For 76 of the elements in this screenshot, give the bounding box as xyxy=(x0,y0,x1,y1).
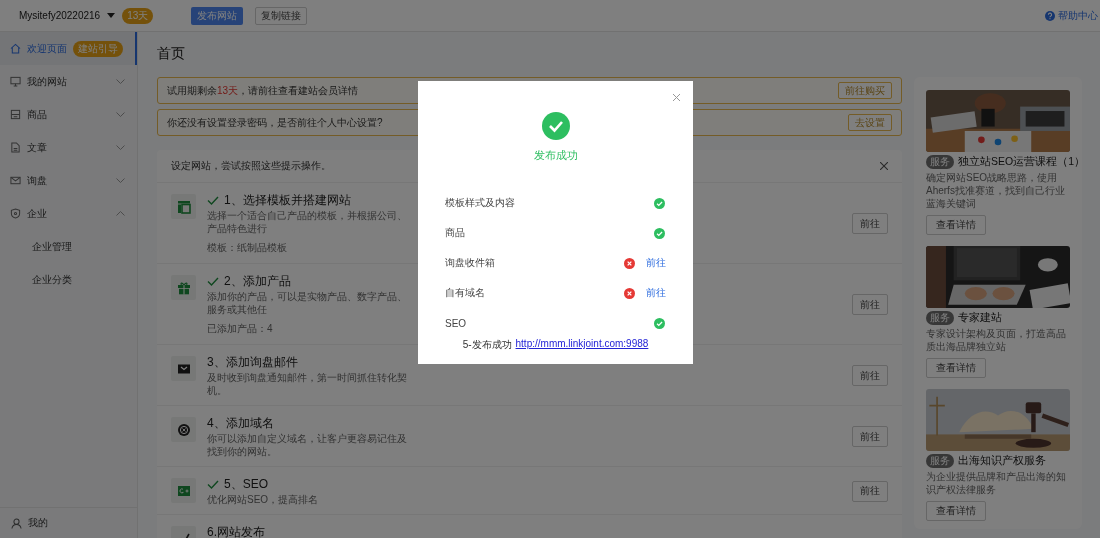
service-description: 专家设计架构及页面，打造高品质出海品牌独立站 xyxy=(926,327,1067,353)
gift-step-icon xyxy=(171,275,196,300)
check-item-label: SEO xyxy=(445,317,468,329)
site-url-link[interactable]: http://mmm.linkjoint.com:9988 xyxy=(515,338,649,352)
publish-button[interactable]: 发布网站 xyxy=(191,6,244,25)
user-menu-label[interactable]: 我的 xyxy=(28,516,48,530)
nav-item[interactable]: 询盘 xyxy=(0,164,137,197)
service-tag: 服务 xyxy=(926,454,954,468)
step-title: 1、选择模板并搭建网站 xyxy=(224,191,351,209)
service-title: 专家建站 xyxy=(958,311,1002,325)
nav-item[interactable]: 商品 xyxy=(0,98,137,131)
mail-icon xyxy=(10,175,21,186)
publish-status-text: 5-发布成功 xyxy=(462,338,512,352)
notice-text: 试用期剩余13天，请前往查看建站会员详情 xyxy=(167,83,359,98)
step-title: 5、SEO xyxy=(224,475,268,493)
close-icon[interactable] xyxy=(880,162,888,170)
go-button[interactable]: 前往 xyxy=(852,294,888,315)
service-tag: 服务 xyxy=(926,155,954,169)
go-button[interactable]: 前往 xyxy=(852,213,888,234)
service-description: 为企业提供品牌和产品出海的知识产权法律服务 xyxy=(926,470,1067,496)
site-name[interactable]: Mysitefy20220216 xyxy=(19,10,101,21)
view-details-button[interactable]: 查看详情 xyxy=(926,215,986,235)
notice-button[interactable]: 去设置 xyxy=(848,114,892,131)
step-status: 模板：纸制品模板 xyxy=(207,241,287,255)
check-item-label: 模板样式及内容 xyxy=(445,196,516,210)
view-details-button[interactable]: 查看详情 xyxy=(926,501,986,521)
step-title: 3、添加询盘邮件 xyxy=(207,353,298,371)
step-description: 添加你的产品，可以是实物产品、数字产品、服务或其他任 xyxy=(207,290,407,316)
nav-subitem[interactable]: 企业分类 xyxy=(0,263,137,296)
service-title: 出海知识产权服务 xyxy=(958,454,1046,468)
step-status: 已添加产品：4 xyxy=(207,322,273,336)
help-icon[interactable] xyxy=(1045,10,1055,21)
close-icon[interactable] xyxy=(673,94,680,101)
nav-item[interactable]: 文章 xyxy=(0,131,137,164)
success-icon xyxy=(541,112,570,140)
seo-step-icon xyxy=(171,478,196,503)
go-button[interactable]: 前往 xyxy=(852,426,888,447)
go-button[interactable]: 前往 xyxy=(852,480,888,502)
home-icon xyxy=(10,43,21,54)
mail-step-icon xyxy=(171,356,196,381)
caret-icon[interactable] xyxy=(107,13,116,18)
document-icon xyxy=(10,142,21,153)
check-item-label: 询盘收件箱 xyxy=(445,256,496,270)
go-button[interactable]: 前往 xyxy=(852,365,888,386)
nav-item[interactable]: 企业 xyxy=(0,197,137,230)
nav-item[interactable]: 我的网站 xyxy=(0,65,137,98)
days-badge: 13天 xyxy=(122,7,154,24)
step-title: 2、添加产品 xyxy=(224,272,291,290)
user-icon[interactable] xyxy=(11,517,22,529)
service-description: 确定网站SEO战略思路，使用Aherfs找准赛道，找到自己行业蓝海关键词 xyxy=(926,171,1066,210)
globe-step-icon xyxy=(171,417,196,442)
nav-item[interactable]: 欢迎页面 建站引导 xyxy=(0,32,137,65)
view-details-button[interactable]: 查看详情 xyxy=(926,358,986,378)
service-tag: 服务 xyxy=(926,311,954,325)
go-link[interactable]: 前往 xyxy=(646,256,666,270)
copy-link-button[interactable]: 复制链接 xyxy=(255,6,308,25)
nav-subitem[interactable]: 企业管理 xyxy=(0,230,137,263)
step-description: 优化网站SEO，提高排名 xyxy=(207,493,319,506)
notice-button[interactable]: 前往购买 xyxy=(838,82,892,99)
box-icon xyxy=(10,109,21,120)
check-item-label: 商品 xyxy=(445,226,466,240)
step-description: 你可以添加自定义域名，让客户更容易记住及找到你的网站。 xyxy=(207,432,407,458)
step-title: 6.网站发布 xyxy=(207,523,265,538)
monitor-icon xyxy=(10,76,21,87)
shield-icon xyxy=(10,208,21,219)
guide-badge: 建站引导 xyxy=(73,40,123,57)
step-title: 4、添加域名 xyxy=(207,414,274,432)
guide-heading: 设定网站，尝试按照这些提示操作。 xyxy=(171,159,331,173)
go-link[interactable]: 前往 xyxy=(646,286,666,300)
template-step-icon xyxy=(171,194,196,219)
check-item-label: 自有域名 xyxy=(445,286,486,300)
page-title: 首页 xyxy=(157,44,186,63)
notice-text: 你还没有设置登录密码，是否前往个人中心设置? xyxy=(167,115,383,130)
service-title: 独立站SEO运营课程（1） xyxy=(958,155,1085,169)
dialog-title: 发布成功 xyxy=(533,148,578,163)
help-center-link[interactable]: 帮助中心 xyxy=(1058,8,1098,23)
